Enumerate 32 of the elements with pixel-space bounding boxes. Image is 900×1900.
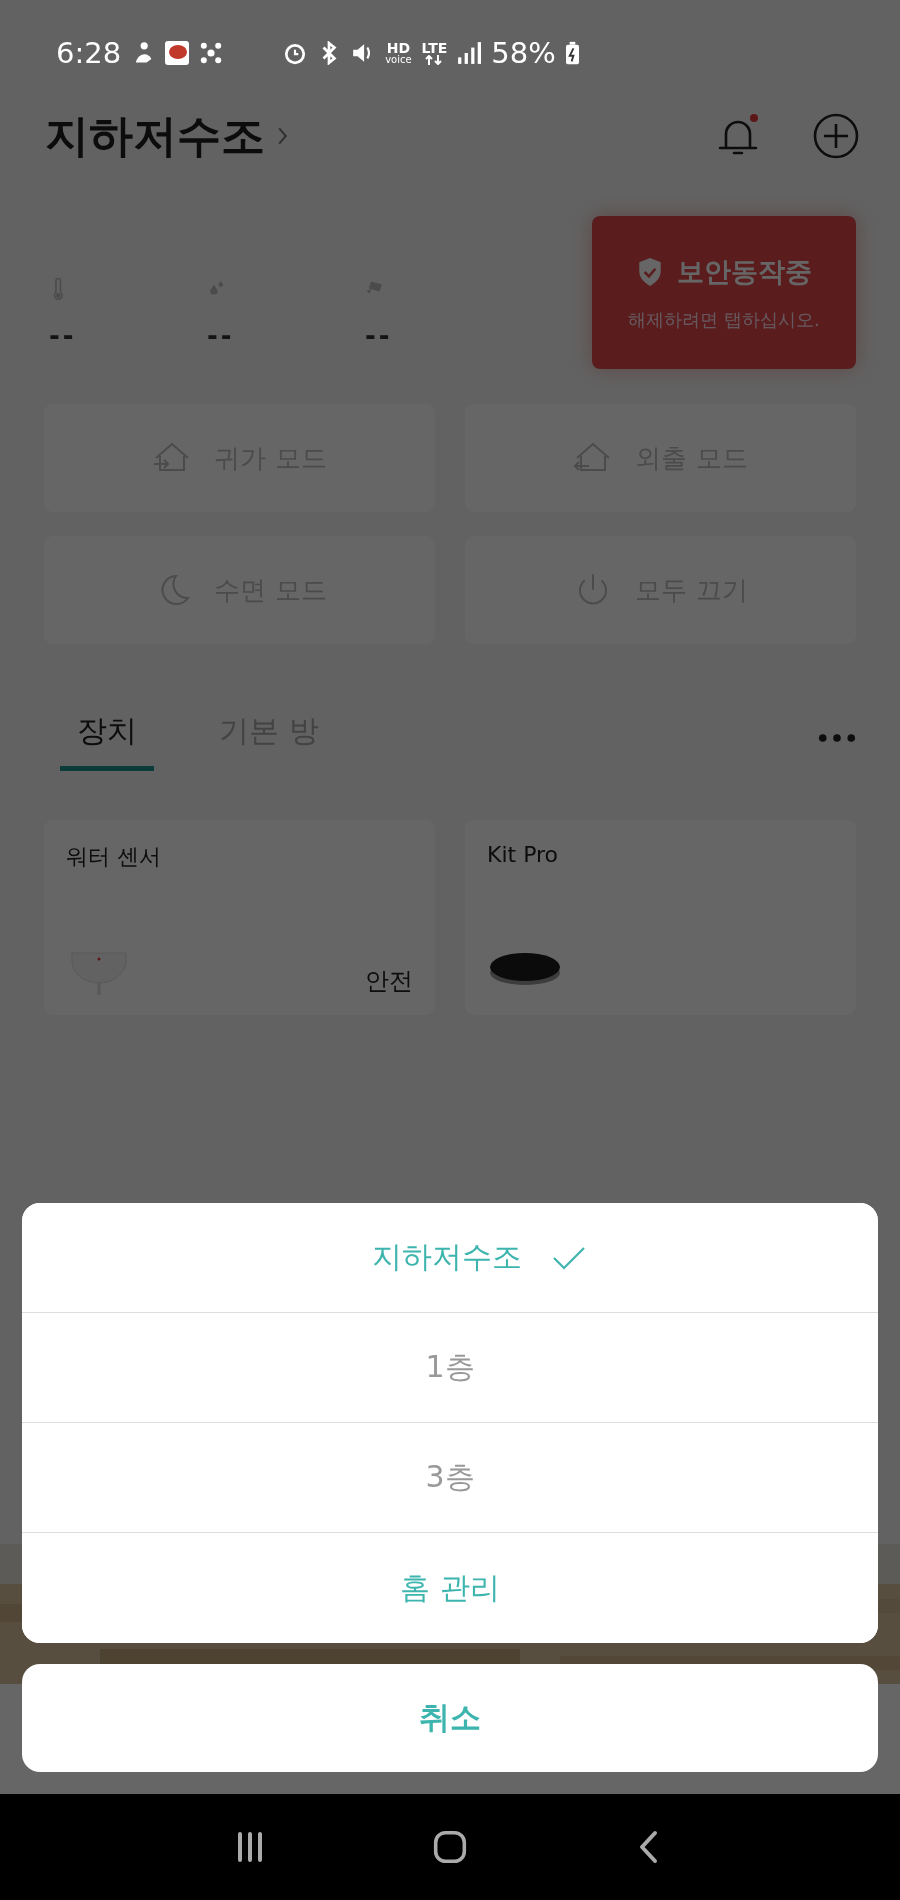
app-icon xyxy=(165,41,190,65)
device-card[interactable]: 워터 센서 안전 xyxy=(44,820,435,1015)
add-icon[interactable] xyxy=(812,112,860,160)
device-name: Kit Pro xyxy=(487,842,560,867)
home-icon[interactable] xyxy=(433,1830,467,1864)
sensor-value: -- xyxy=(49,321,78,351)
cancel-button[interactable]: 취소 xyxy=(22,1664,878,1772)
security-title: 보안동작중 xyxy=(676,254,812,289)
data-arrows-icon xyxy=(424,55,445,65)
device-name: 워터 센서 xyxy=(66,843,162,871)
device-status: 안전 xyxy=(365,966,413,997)
clock-time: 6:28 xyxy=(56,36,122,70)
signal-icon xyxy=(457,41,482,65)
battery-icon xyxy=(565,41,579,65)
network-icon xyxy=(199,41,224,65)
chevron-right-icon xyxy=(277,126,288,146)
tab[interactable]: 장치 xyxy=(60,705,154,771)
more-options-icon[interactable] xyxy=(818,733,856,743)
security-subtitle: 해제하려면 탭하십시오. xyxy=(628,307,820,332)
device-card[interactable]: Kit Pro xyxy=(465,820,856,1015)
hd-label: HD xyxy=(386,41,411,55)
alarm-icon xyxy=(283,41,308,65)
voice-label: voice xyxy=(385,55,412,65)
home-title-link[interactable]: 지하저수조 xyxy=(45,106,288,166)
shield-check-icon xyxy=(636,256,663,287)
sensor-value: -- xyxy=(365,321,394,351)
checkmark-icon xyxy=(552,1245,586,1270)
security-status-card[interactable]: 보안동작중 해제하려면 탭하십시오. xyxy=(592,216,856,369)
sensor-value: -- xyxy=(207,321,236,351)
home-option[interactable]: 지하저수조 xyxy=(22,1203,878,1313)
lte-label: LTE xyxy=(421,41,448,55)
battery-percent: 58% xyxy=(491,36,556,70)
